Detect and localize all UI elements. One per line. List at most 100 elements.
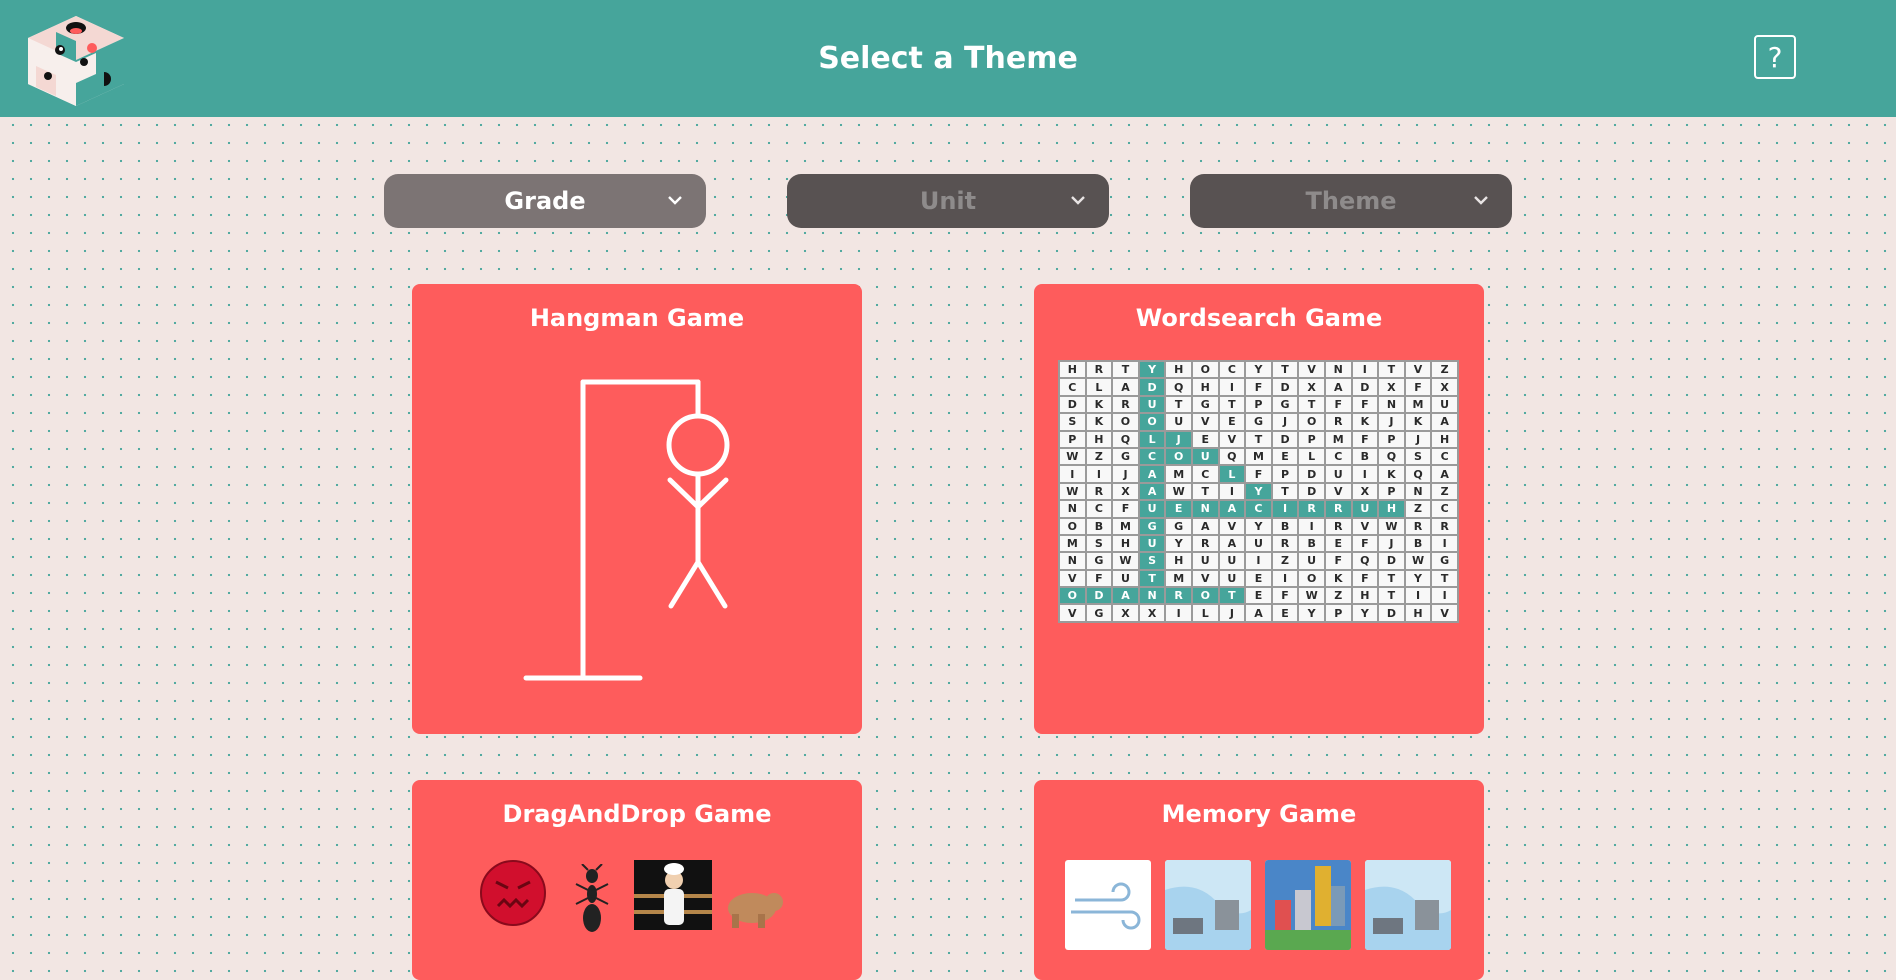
wordsearch-cell: H	[1431, 430, 1458, 448]
wordsearch-cell: N	[1059, 552, 1086, 570]
chevron-down-icon	[668, 196, 682, 205]
wordsearch-cell: K	[1351, 413, 1379, 431]
wordsearch-cell: T	[1431, 569, 1458, 588]
wordsearch-cell: Q	[1112, 430, 1139, 448]
wordsearch-cell: H	[1165, 361, 1192, 379]
wordsearch-cell: G	[1245, 413, 1272, 431]
wordsearch-cell: S	[1404, 447, 1432, 466]
grade-dropdown-label: Grade	[504, 187, 586, 215]
wordsearch-cell: B	[1085, 517, 1113, 535]
wordsearch-cell: T	[1165, 395, 1192, 414]
wordsearch-cell: A	[1324, 378, 1352, 396]
wordsearch-cell: Q	[1218, 447, 1246, 466]
wordsearch-cell: S	[1138, 552, 1166, 570]
wordsearch-cell: P	[1271, 465, 1299, 483]
wordsearch-cell: A	[1191, 517, 1219, 535]
wordsearch-cell: E	[1191, 430, 1219, 448]
angry-face-image	[480, 860, 546, 926]
wordsearch-cell: N	[1191, 500, 1219, 518]
hangman-illustration	[523, 379, 730, 681]
wordsearch-cell: Y	[1351, 604, 1379, 622]
wordsearch-cell: T	[1218, 395, 1246, 414]
wordsearch-cell: Z	[1271, 552, 1299, 570]
wordsearch-cell: X	[1351, 482, 1379, 501]
wordsearch-cell: W	[1378, 517, 1405, 535]
chef-image	[634, 860, 712, 930]
wordsearch-cell: Y	[1298, 604, 1325, 622]
wordsearch-cell: U	[1138, 395, 1166, 414]
wordsearch-cell: T	[1112, 361, 1139, 379]
wordsearch-cell: I	[1351, 361, 1379, 379]
wordsearch-cell: B	[1404, 534, 1432, 553]
wordsearch-cell: V	[1059, 604, 1086, 622]
wordsearch-cell: V	[1404, 361, 1432, 379]
wordsearch-cell: E	[1271, 447, 1299, 466]
wordsearch-cell: U	[1138, 500, 1166, 518]
wordsearch-cell: L	[1191, 604, 1219, 622]
wordsearch-cell: W	[1298, 587, 1325, 605]
hangman-game-card[interactable]: Hangman Game	[412, 284, 862, 734]
card-title: Memory Game	[1161, 800, 1357, 828]
wordsearch-cell: D	[1059, 395, 1086, 414]
wordsearch-cell: P	[1298, 430, 1325, 448]
memory-card	[1065, 860, 1151, 950]
help-button[interactable]: ?	[1754, 35, 1796, 79]
wordsearch-cell: H	[1165, 552, 1192, 570]
wordsearch-cell: O	[1165, 447, 1192, 466]
wordsearch-cell: L	[1085, 378, 1113, 396]
wordsearch-game-card[interactable]: Wordsearch Game HRTYHOCYTVNITVZCLADQHIFD…	[1034, 284, 1484, 734]
wordsearch-cell: T	[1271, 361, 1299, 379]
wordsearch-cell: I	[1271, 569, 1299, 588]
wordsearch-cell: C	[1138, 447, 1166, 466]
wordsearch-cell: U	[1218, 552, 1246, 570]
wind-icon	[1071, 882, 1141, 930]
wordsearch-cell: I	[1085, 465, 1113, 483]
wordsearch-cell: U	[1351, 500, 1379, 518]
wordsearch-cell: P	[1245, 395, 1272, 414]
wordsearch-cell: U	[1298, 552, 1325, 570]
wordsearch-cell: L	[1218, 465, 1246, 483]
wordsearch-cell: C	[1059, 378, 1086, 396]
wordsearch-cell: R	[1271, 534, 1299, 553]
wordsearch-cell: J	[1404, 430, 1432, 448]
unit-dropdown[interactable]: Unit	[787, 174, 1109, 228]
wordsearch-cell: I	[1431, 587, 1458, 605]
wordsearch-cell: F	[1085, 569, 1113, 588]
wordsearch-cell: Z	[1324, 587, 1352, 605]
wordsearch-grid: HRTYHOCYTVNITVZCLADQHIFDXADXFXDKRUTGTPGT…	[1058, 360, 1459, 623]
wordsearch-cell: X	[1431, 378, 1458, 396]
wordsearch-cell: M	[1245, 447, 1272, 466]
wordsearch-cell: F	[1351, 569, 1379, 588]
wordsearch-cell: T	[1378, 569, 1405, 588]
wordsearch-cell: E	[1271, 604, 1299, 622]
wordsearch-cell: F	[1245, 465, 1272, 483]
wordsearch-cell: T	[1378, 361, 1405, 379]
wordsearch-cell: D	[1351, 378, 1379, 396]
wordsearch-cell: C	[1218, 361, 1246, 379]
wordsearch-cell: H	[1112, 534, 1139, 553]
wordsearch-cell: D	[1271, 378, 1299, 396]
grade-dropdown[interactable]: Grade	[384, 174, 706, 228]
wordsearch-cell: D	[1378, 604, 1405, 622]
wordsearch-cell: R	[1324, 413, 1352, 431]
wordsearch-cell: A	[1431, 413, 1458, 431]
question-mark-icon: ?	[1767, 40, 1783, 74]
wordsearch-cell: W	[1404, 552, 1432, 570]
wordsearch-cell: G	[1112, 447, 1139, 466]
wordsearch-cell: E	[1324, 534, 1352, 553]
wordsearch-cell: T	[1245, 430, 1272, 448]
wordsearch-cell: G	[1431, 552, 1458, 570]
memory-game-card[interactable]: Memory Game	[1034, 780, 1484, 980]
unit-dropdown-label: Unit	[919, 187, 977, 215]
wordsearch-cell: J	[1218, 604, 1246, 622]
wordsearch-cell: F	[1324, 552, 1352, 570]
wordsearch-cell: A	[1245, 604, 1272, 622]
wordsearch-cell: D	[1085, 587, 1113, 605]
card-title: DragAndDrop Game	[502, 800, 772, 828]
wordsearch-cell: D	[1271, 430, 1299, 448]
wordsearch-cell: Y	[1165, 534, 1192, 553]
wordsearch-cell: G	[1085, 552, 1113, 570]
draganddrop-game-card[interactable]: DragAndDrop Game	[412, 780, 862, 980]
theme-dropdown[interactable]: Theme	[1190, 174, 1512, 228]
wordsearch-cell: U	[1245, 534, 1272, 553]
